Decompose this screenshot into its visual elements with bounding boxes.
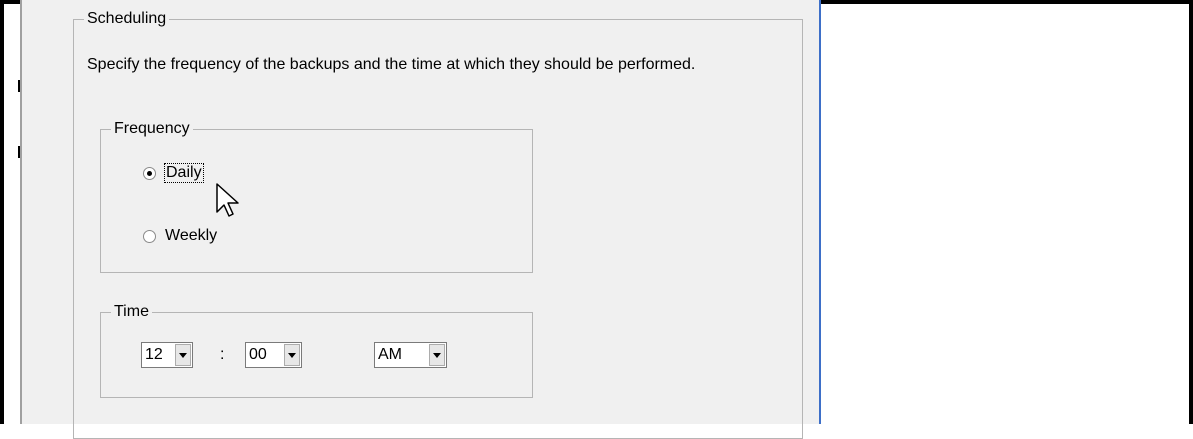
dialog-panel: Scheduling Specify the frequency of the …	[20, 0, 821, 439]
chevron-down-icon	[433, 352, 441, 358]
radio-daily[interactable]: Daily	[143, 163, 204, 183]
time-separator: :	[220, 346, 225, 363]
hour-select[interactable]: 12	[141, 342, 193, 368]
hour-dropdown-button[interactable]	[175, 344, 191, 366]
mouse-pointer-icon	[216, 183, 239, 217]
minute-select[interactable]: 00	[245, 342, 302, 368]
frequency-group: Frequency Daily Weekly	[100, 119, 533, 273]
radio-weekly[interactable]: Weekly	[143, 227, 217, 245]
scheduling-description: Specify the frequency of the backups and…	[87, 56, 696, 73]
frequency-legend: Frequency	[111, 119, 193, 139]
scheduling-group: Scheduling Specify the frequency of the …	[73, 9, 803, 439]
chevron-down-icon	[288, 352, 296, 358]
radio-daily-button[interactable]	[143, 166, 156, 180]
time-legend: Time	[111, 302, 152, 322]
chevron-down-icon	[179, 352, 187, 358]
scheduling-legend: Scheduling	[84, 9, 170, 29]
radio-weekly-label[interactable]: Weekly	[165, 227, 217, 245]
minute-dropdown-button[interactable]	[284, 344, 300, 366]
period-select[interactable]: AM	[374, 342, 447, 368]
minute-value: 00	[249, 346, 267, 363]
period-dropdown-button[interactable]	[429, 344, 445, 366]
time-group: Time 12 : 00 AM	[100, 302, 533, 398]
period-value: AM	[378, 346, 402, 363]
radio-weekly-button[interactable]	[143, 229, 156, 243]
hour-value: 12	[145, 346, 163, 363]
radio-daily-label[interactable]: Daily	[164, 163, 204, 183]
